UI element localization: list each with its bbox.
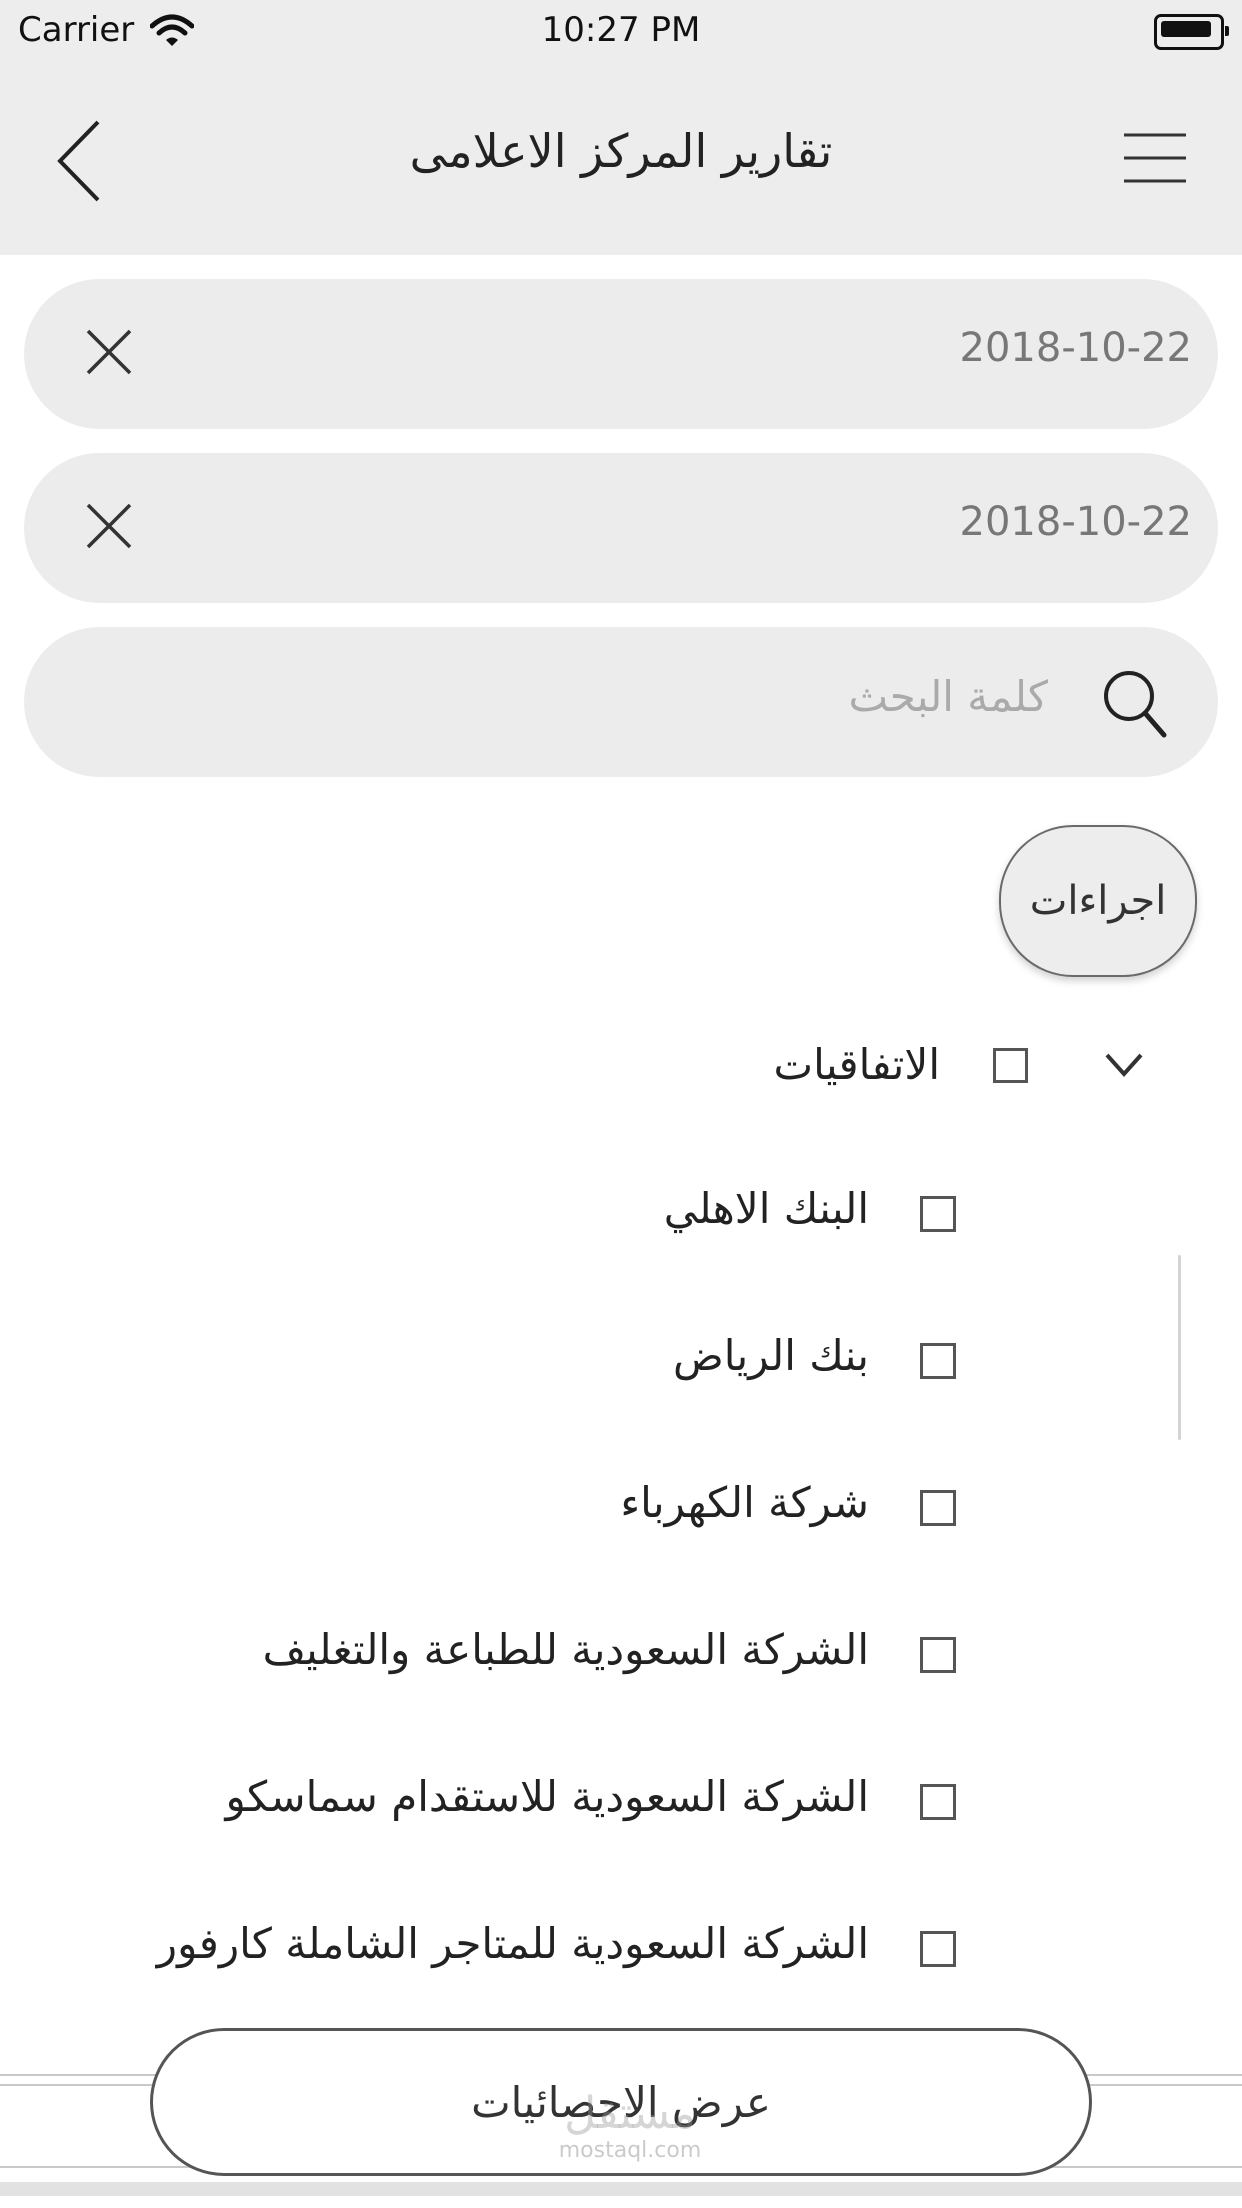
group-label: الاتفاقيات	[773, 1040, 940, 1089]
date-from-value: 2018-10-22	[959, 325, 1192, 371]
hamburger-menu-icon[interactable]	[1124, 132, 1186, 184]
item-label: البنك الاهلي	[663, 1184, 869, 1233]
status-time: 10:27 PM	[541, 10, 701, 50]
watermark-url: mostaql.com	[558, 2138, 702, 2163]
navigation-bar: تقارير المركز الاعلامى	[0, 62, 1242, 255]
search-icon	[1104, 671, 1167, 738]
clear-icon[interactable]	[86, 503, 132, 549]
chevron-down-icon[interactable]	[1104, 1050, 1144, 1080]
page-title: تقارير المركز الاعلامى	[409, 124, 833, 178]
list-item[interactable]: الشركة السعودية للمتاجر الشاملة كارفور	[0, 1895, 1242, 2005]
date-from-field[interactable]: 2018-10-22	[24, 279, 1218, 429]
item-label: بنك الرياض	[672, 1331, 869, 1380]
actions-button[interactable]: اجراءات	[999, 825, 1197, 977]
item-checkbox[interactable]	[920, 1490, 956, 1526]
item-label: الشركة السعودية للطباعة والتغليف	[262, 1625, 869, 1674]
watermark-logo: مستقل	[564, 2088, 696, 2139]
group-header[interactable]: الاتفاقيات	[0, 1020, 1242, 1120]
scroll-indicator[interactable]	[1178, 1255, 1181, 1440]
item-label: شركة الكهرباء	[620, 1478, 869, 1527]
item-checkbox[interactable]	[920, 1931, 956, 1967]
status-bar: Carrier 10:27 PM	[0, 0, 1242, 62]
item-checkbox[interactable]	[920, 1343, 956, 1379]
item-label: الشركة السعودية للمتاجر الشاملة كارفور	[156, 1919, 869, 1968]
list-item[interactable]: شركة الكهرباء	[0, 1454, 1242, 1564]
group-checkbox[interactable]	[993, 1048, 1028, 1083]
battery-icon	[1154, 14, 1229, 50]
date-to-field[interactable]: 2018-10-22	[24, 453, 1218, 603]
search-input[interactable]: كلمة البحث	[24, 627, 1218, 777]
item-label: الشركة السعودية للاستقدام سماسكو	[225, 1772, 869, 1821]
item-checkbox[interactable]	[920, 1196, 956, 1232]
date-to-value: 2018-10-22	[959, 499, 1192, 545]
item-checkbox[interactable]	[920, 1784, 956, 1820]
item-checkbox[interactable]	[920, 1637, 956, 1673]
clear-icon[interactable]	[86, 329, 132, 375]
list-item[interactable]: البنك الاهلي	[0, 1160, 1242, 1270]
list-item[interactable]: الشركة السعودية للاستقدام سماسكو	[0, 1748, 1242, 1858]
list-item[interactable]: الشركة السعودية للطباعة والتغليف	[0, 1601, 1242, 1711]
list-item[interactable]: بنك الرياض	[0, 1307, 1242, 1417]
search-placeholder: كلمة البحث	[848, 672, 1048, 721]
